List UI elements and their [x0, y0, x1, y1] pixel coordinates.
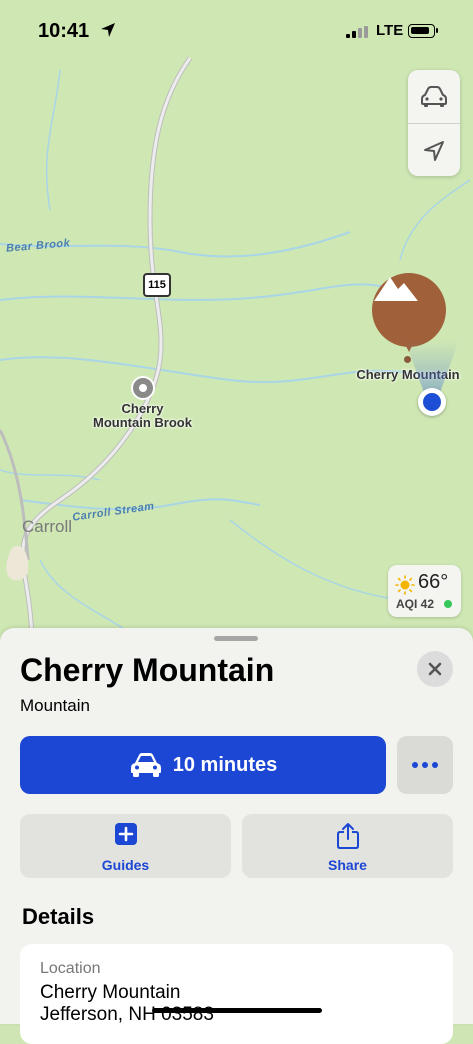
- location-arrow-icon: [424, 140, 444, 161]
- map-view[interactable]: Bear Brook 115 Cherry Mountain Brook Car…: [0, 0, 473, 640]
- plus-square-icon: [114, 823, 137, 845]
- ellipsis-icon: [412, 762, 438, 768]
- cellular-signal-icon: [346, 26, 368, 38]
- weather-temp: 66°: [418, 571, 449, 593]
- more-button[interactable]: [397, 736, 453, 794]
- sheet-grabber[interactable]: [214, 636, 258, 641]
- weather-widget[interactable]: 66° AQI 42: [388, 565, 461, 617]
- map-label-cherry-mountain-brook[interactable]: Cherry Mountain Brook: [80, 402, 205, 430]
- place-category: Mountain: [20, 696, 90, 715]
- car-icon: [421, 85, 447, 107]
- user-location-inner: [423, 393, 441, 411]
- directions-label: 10 minutes: [172, 753, 278, 776]
- share-button[interactable]: Share: [242, 814, 453, 878]
- place-title: Cherry Mountain: [20, 652, 275, 688]
- status-time: 10:41: [38, 20, 90, 42]
- poi-dot: [139, 384, 147, 392]
- route-shield: 115: [143, 273, 171, 297]
- place-card-sheet[interactable]: Cherry Mountain Mountain 10 minutes Guid…: [0, 628, 473, 1044]
- map-controls: [408, 70, 460, 176]
- share-label: Share: [328, 857, 367, 873]
- aqi-status-dot: [444, 600, 452, 608]
- sun-icon: [395, 575, 415, 595]
- location-services-icon: [101, 23, 115, 37]
- battery-icon: [408, 24, 438, 38]
- status-bar: 10:41 LTE: [0, 0, 473, 60]
- share-icon: [336, 823, 359, 849]
- network-type: LTE: [376, 22, 404, 39]
- close-button[interactable]: [417, 651, 453, 687]
- mountain-pin[interactable]: [372, 273, 446, 347]
- mountain-icon: [374, 277, 418, 301]
- transport-mode-button[interactable]: [408, 70, 460, 123]
- pin-anchor: [404, 356, 411, 363]
- location-line-1: Cherry Mountain: [40, 982, 181, 1003]
- track-location-button[interactable]: [408, 124, 460, 177]
- details-heading: Details: [22, 904, 95, 929]
- close-icon: [428, 662, 442, 676]
- weather-aqi: AQI 42: [396, 597, 435, 611]
- poi-marker[interactable]: [131, 376, 155, 400]
- home-indicator[interactable]: [152, 1008, 322, 1013]
- guides-label: Guides: [101, 857, 150, 873]
- location-key: Location: [40, 960, 101, 977]
- user-location-dot[interactable]: [418, 388, 446, 416]
- map-label-cherry-mountain[interactable]: Cherry Mountain: [345, 368, 471, 382]
- location-card[interactable]: Location Cherry Mountain Jefferson, NH 0…: [20, 944, 453, 1044]
- map-label-carroll: Carroll: [22, 517, 73, 536]
- guides-button[interactable]: Guides: [20, 814, 231, 878]
- directions-button[interactable]: 10 minutes: [20, 736, 386, 794]
- car-icon: [130, 753, 161, 777]
